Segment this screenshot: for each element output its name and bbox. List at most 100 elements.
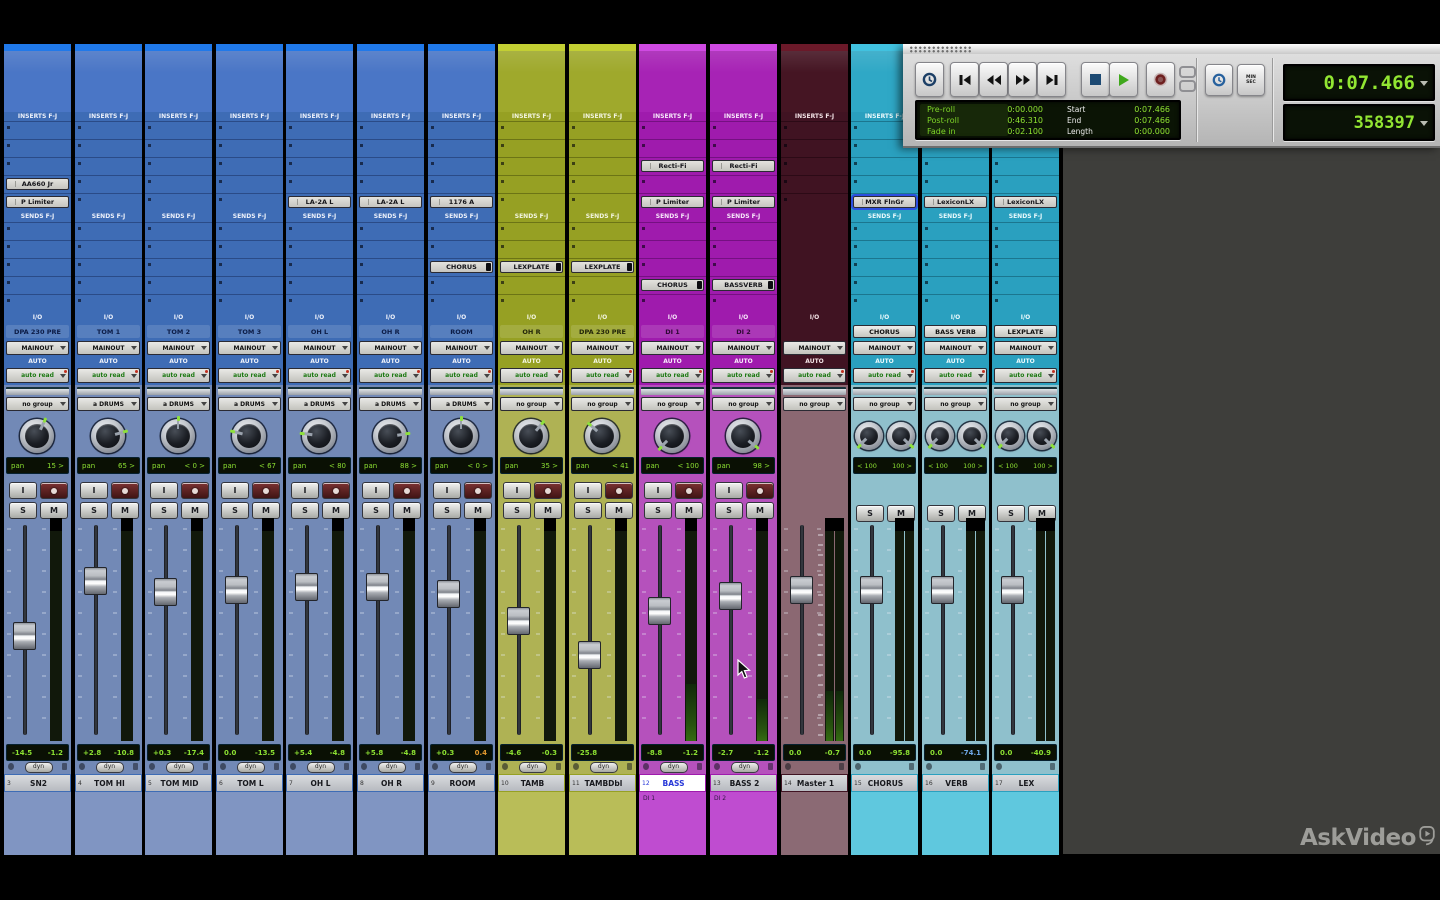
group-button[interactable]: a DRUMS [147, 397, 210, 411]
insert-slot[interactable] [710, 139, 777, 157]
insert-slot[interactable]: LA-2A L [357, 193, 424, 211]
send-slot[interactable] [569, 222, 636, 240]
insert-slot[interactable] [428, 121, 495, 139]
counter-dropdown-icon[interactable] [1420, 81, 1428, 86]
insert-plugin-button[interactable]: AA660 Jr [6, 178, 69, 190]
send-slot[interactable] [286, 258, 353, 276]
go-to-end-button[interactable] [1037, 62, 1066, 97]
pan-knob[interactable] [373, 419, 407, 453]
track-name-button[interactable]: 13BASS 2 [711, 775, 776, 791]
comments-area[interactable] [851, 792, 918, 855]
output-window-icon[interactable] [8, 763, 14, 770]
group-button[interactable]: no group [500, 397, 563, 411]
insert-slot[interactable] [851, 175, 918, 193]
insert-slot[interactable] [781, 139, 848, 157]
voice-selector[interactable]: dyn [590, 762, 618, 773]
output-window-icon[interactable] [996, 763, 1002, 770]
input-monitor-button[interactable]: I [150, 482, 178, 499]
online-button[interactable] [915, 62, 944, 97]
insert-plugin-button[interactable]: LA-2A L [288, 196, 351, 208]
insert-slot[interactable] [569, 157, 636, 175]
insert-plugin-button[interactable]: 1176 A [430, 196, 493, 208]
voice-selector[interactable]: dyn [449, 762, 477, 773]
record-arm-button[interactable] [464, 482, 492, 499]
group-button[interactable]: no group [994, 397, 1057, 411]
solo-button[interactable]: S [291, 502, 319, 519]
send-slot[interactable] [286, 240, 353, 258]
input-path[interactable]: TOM 1 [77, 325, 140, 338]
volume-fader[interactable] [154, 578, 177, 606]
send-slot[interactable] [851, 294, 918, 312]
track-name-button[interactable]: 4TOM HI [76, 775, 141, 791]
voice-selector[interactable]: dyn [519, 762, 547, 773]
volume-fader[interactable] [860, 576, 883, 604]
send-slot[interactable] [286, 294, 353, 312]
lcd-field-value[interactable]: 0:00.000 [1110, 126, 1170, 137]
insert-slot[interactable] [428, 157, 495, 175]
send-slot[interactable] [357, 294, 424, 312]
comments-area[interactable] [145, 792, 212, 855]
send-slot[interactable] [357, 276, 424, 294]
mute-button[interactable]: M [746, 502, 774, 519]
insert-slot[interactable]: MXR FlnGr [851, 193, 918, 211]
send-slot[interactable] [216, 240, 283, 258]
input-path[interactable]: BASS VERB [924, 325, 987, 338]
send-slot[interactable] [851, 276, 918, 294]
solo-button[interactable]: S [433, 502, 461, 519]
rewind-button[interactable] [979, 62, 1008, 97]
automation-mode-button[interactable]: auto read [359, 368, 422, 383]
insert-slot[interactable] [145, 157, 212, 175]
insert-slot[interactable] [992, 157, 1059, 175]
comments-area[interactable] [569, 792, 636, 855]
insert-slot[interactable] [498, 121, 565, 139]
insert-slot[interactable]: P Limiter [4, 193, 71, 211]
group-button[interactable]: no group [924, 397, 987, 411]
mute-button[interactable]: M [181, 502, 209, 519]
insert-slot[interactable] [75, 139, 142, 157]
output-path[interactable]: MAINOUT [571, 341, 634, 355]
input-monitor-button[interactable]: I [433, 482, 461, 499]
insert-slot[interactable] [498, 193, 565, 211]
insert-slot[interactable] [710, 175, 777, 193]
input-path[interactable]: OH L [288, 325, 351, 338]
insert-plugin-button[interactable]: P Limiter [6, 196, 69, 208]
comments-area[interactable] [498, 792, 565, 855]
voice-selector[interactable]: dyn [307, 762, 335, 773]
solo-button[interactable]: S [9, 502, 37, 519]
input-path[interactable]: DI 2 [712, 325, 775, 338]
insert-slot[interactable] [145, 121, 212, 139]
insert-slot[interactable] [145, 175, 212, 193]
record-arm-button[interactable] [675, 482, 703, 499]
counter-dropdown-icon[interactable] [1420, 121, 1428, 126]
insert-slot[interactable] [498, 139, 565, 157]
group-button[interactable]: a DRUMS [218, 397, 281, 411]
input-monitor-button[interactable]: I [644, 482, 672, 499]
input-path[interactable]: DPA 230 PRE [6, 325, 69, 338]
comments-area[interactable] [286, 792, 353, 855]
fast-forward-button[interactable] [1008, 62, 1037, 97]
solo-button[interactable]: S [574, 502, 602, 519]
insert-slot[interactable] [851, 157, 918, 175]
output-window-icon[interactable] [361, 763, 367, 770]
online-toggle-button[interactable] [1205, 64, 1233, 96]
insert-slot[interactable] [357, 175, 424, 193]
send-slot[interactable] [710, 294, 777, 312]
solo-button[interactable]: S [80, 502, 108, 519]
input-path[interactable]: OH R [359, 325, 422, 338]
send-slot[interactable] [992, 276, 1059, 294]
insert-plugin-button[interactable]: P Limiter [641, 196, 704, 208]
lcd-field-value[interactable]: 0:07.466 [1110, 115, 1170, 126]
comments-area[interactable] [216, 792, 283, 855]
record-arm-button[interactable] [181, 482, 209, 499]
send-slot[interactable] [75, 258, 142, 276]
output-path[interactable]: MAINOUT [147, 341, 210, 355]
mute-button[interactable]: M [534, 502, 562, 519]
comments-area[interactable] [922, 792, 989, 855]
send-slot[interactable] [498, 240, 565, 258]
send-slot[interactable] [992, 294, 1059, 312]
automation-mode-button[interactable]: auto read [6, 368, 69, 383]
pan-knob[interactable] [20, 419, 54, 453]
solo-button[interactable]: S [715, 502, 743, 519]
insert-slot[interactable] [75, 157, 142, 175]
insert-plugin-button[interactable]: P Limiter [712, 196, 775, 208]
